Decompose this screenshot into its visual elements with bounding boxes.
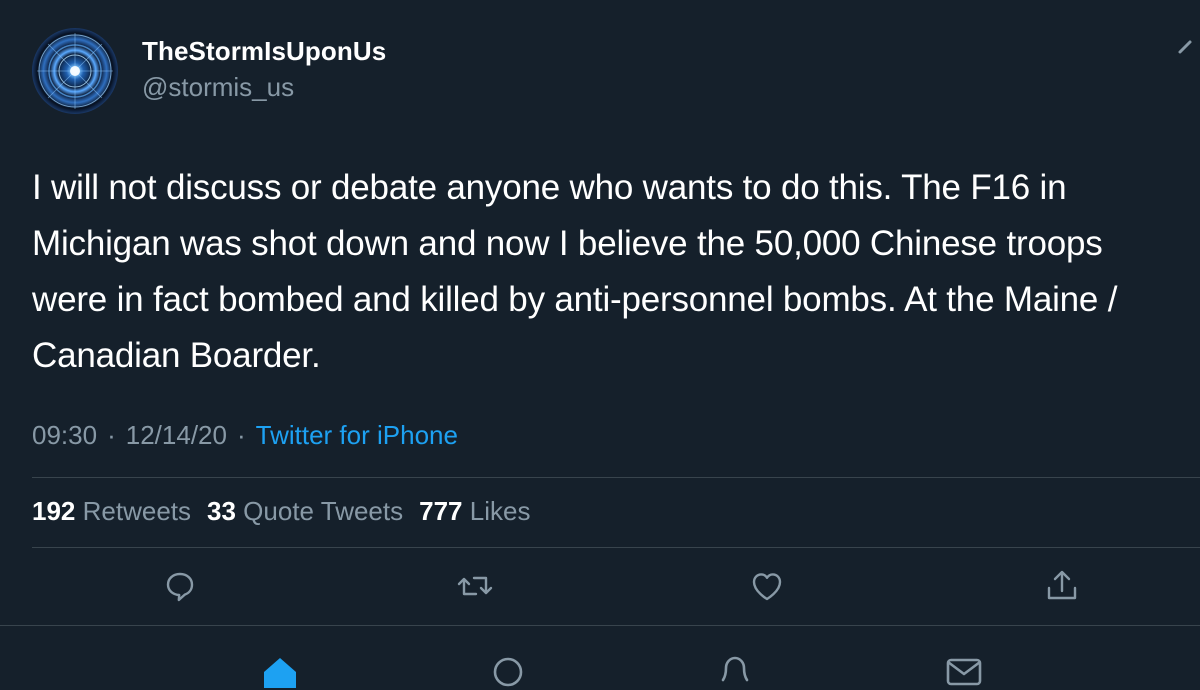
display-name[interactable]: TheStormIsUponUs bbox=[142, 36, 386, 67]
tweet-source-link[interactable]: Twitter for iPhone bbox=[256, 420, 458, 451]
share-icon[interactable] bbox=[1042, 566, 1082, 606]
divider bbox=[32, 477, 1200, 478]
meta-separator: · bbox=[236, 420, 246, 450]
mail-icon[interactable] bbox=[944, 650, 984, 690]
avatar-image bbox=[37, 33, 113, 109]
meta-separator: · bbox=[107, 420, 116, 450]
quotes-label: Quote Tweets bbox=[243, 496, 404, 526]
home-icon[interactable] bbox=[260, 650, 300, 690]
retweets-stat[interactable]: 192 Retweets bbox=[32, 496, 191, 527]
quotes-count: 33 bbox=[207, 496, 236, 526]
chevron-down-icon[interactable] bbox=[1172, 30, 1200, 70]
bell-icon[interactable] bbox=[715, 650, 755, 690]
tweet-stats: 192 Retweets 33 Quote Tweets 777 Likes bbox=[32, 496, 530, 527]
tweet-meta: 09:30 · 12/14/20 · Twitter for iPhone bbox=[32, 420, 458, 451]
quotes-stat[interactable]: 33 Quote Tweets bbox=[207, 496, 403, 527]
tweet-time: 09:30 bbox=[32, 420, 98, 450]
retweets-count: 192 bbox=[32, 496, 76, 526]
search-icon[interactable] bbox=[488, 650, 528, 690]
user-handle[interactable]: @stormis_us bbox=[142, 72, 294, 103]
tweet-text: I will not discuss or debate anyone who … bbox=[32, 168, 1118, 375]
tweet-date: 12/14/20 bbox=[125, 420, 227, 450]
heart-icon[interactable] bbox=[747, 566, 787, 606]
reply-icon[interactable] bbox=[160, 566, 200, 606]
likes-count: 777 bbox=[419, 496, 463, 526]
likes-label: Likes bbox=[469, 496, 531, 526]
likes-stat[interactable]: 777 Likes bbox=[419, 496, 530, 527]
divider bbox=[0, 625, 1200, 626]
retweets-label: Retweets bbox=[82, 496, 192, 526]
retweet-icon[interactable] bbox=[455, 566, 495, 606]
avatar[interactable] bbox=[32, 28, 118, 114]
divider bbox=[32, 547, 1200, 548]
